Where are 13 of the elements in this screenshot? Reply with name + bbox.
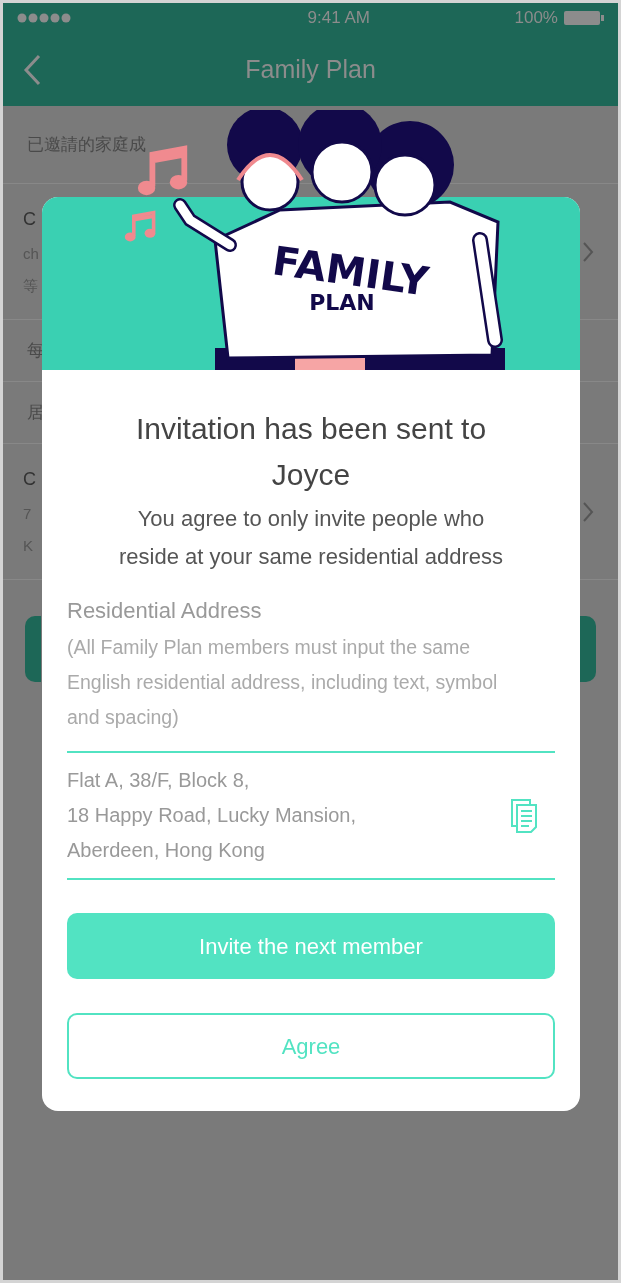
address-field[interactable]: Flat A, 38/F, Block 8, 18 Happy Road, Lucky Mansion, Aberdeen, Hong Kong <box>67 751 555 880</box>
field-hint: (All Family Plan members must input the same English residential address, including text, symbol and spacing) <box>67 635 499 730</box>
battery-percent: 100% <box>514 7 558 30</box>
invite-button[interactable]: Invite the next member <box>67 913 555 979</box>
dialog-message: You agree to only invite people who reside at your same residential address <box>118 505 504 571</box>
member-text: C <box>23 207 37 231</box>
dialog-title: Invitation has been sent to Joyce <box>134 411 488 493</box>
field-label: Residential Address <box>67 597 263 625</box>
agree-button[interactable]: Agree <box>67 1013 555 1079</box>
status-time: 9:41 AM <box>307 7 370 30</box>
nav-title: Family Plan <box>245 53 376 85</box>
member-text: C <box>23 467 36 491</box>
address-value: Flat A, 38/F, Block 8, 18 Happy Road, Lucky Mansion, Aberdeen, Hong Kong <box>67 768 357 863</box>
